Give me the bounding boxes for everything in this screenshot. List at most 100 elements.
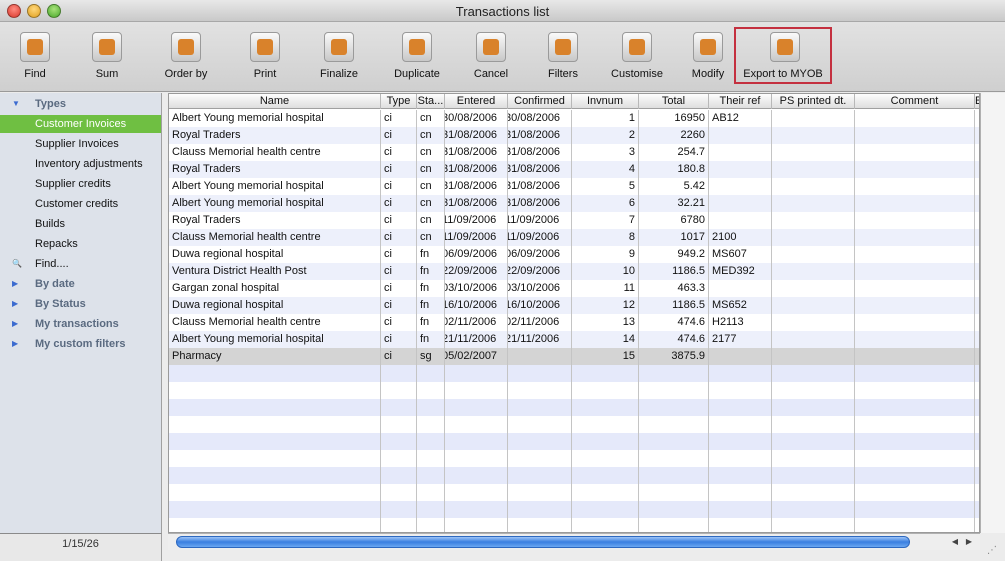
- sidebar-item-find[interactable]: 🔍 Find....: [0, 255, 161, 273]
- column-header-name[interactable]: Name: [169, 94, 381, 109]
- duplicate-button[interactable]: Duplicate: [390, 22, 444, 84]
- table-cell: [855, 161, 975, 178]
- table-row[interactable]: Albert Young memorial hospital ci fn 21/11/…: [169, 331, 979, 348]
- column-header-ps-printed-dt[interactable]: PS printed dt.: [772, 94, 855, 109]
- order-by-button[interactable]: Order by: [158, 22, 214, 84]
- column-header-entered[interactable]: Entered: [445, 94, 508, 109]
- table-cell: 10: [572, 263, 639, 280]
- vertical-scroll-area[interactable]: [980, 93, 1005, 533]
- table-cell: ci: [381, 229, 417, 246]
- disclosure-closed-icon[interactable]: ▶: [12, 275, 18, 293]
- table-row[interactable]: Royal Traders ci cn 31/08/2006 31/08/2006 4 18…: [169, 161, 979, 178]
- toolbar-label: Cancel: [473, 68, 509, 80]
- toolbar-label: Find: [24, 68, 46, 80]
- table-cell: [709, 144, 772, 161]
- table-cell: 4: [572, 161, 639, 178]
- export-to-myob-button[interactable]: Export to MYOB: [734, 27, 832, 84]
- table-cell: [855, 280, 975, 297]
- finalize-button[interactable]: Finalize: [316, 22, 362, 84]
- column-header-invnum[interactable]: Invnum: [572, 94, 639, 109]
- scroll-left-icon[interactable]: ◀: [949, 535, 961, 549]
- table-cell: sg: [417, 348, 445, 365]
- table-cell: 31/08/2006: [508, 195, 572, 212]
- horizontal-scrollbar[interactable]: ◀ ▶: [168, 533, 980, 550]
- toolbar-label: Export to MYOB: [743, 68, 823, 80]
- disclosure-closed-icon[interactable]: ▶: [12, 315, 18, 333]
- table-cell: [709, 178, 772, 195]
- sum-button[interactable]: Sum: [86, 22, 128, 84]
- table-row[interactable]: Royal Traders ci cn 11/09/2006 11/09/2006 7 67…: [169, 212, 979, 229]
- table-row[interactable]: Albert Young memorial hospital ci cn 30/08/…: [169, 110, 979, 127]
- sidebar-item-by-status[interactable]: ▶ By Status: [0, 295, 161, 313]
- table-row[interactable]: Clauss Memorial health centre ci cn 11/09/2…: [169, 229, 979, 246]
- sidebar-item-types: ▼ Types: [0, 95, 161, 113]
- table-cell: AB12: [709, 110, 772, 127]
- table-cell: 30/08/2006: [445, 110, 508, 127]
- disclosure-open-icon[interactable]: ▼: [12, 95, 20, 113]
- table-row[interactable]: Albert Young memorial hospital ci cn 31/08/…: [169, 195, 979, 212]
- title-bar: Transactions list: [0, 0, 1005, 22]
- empty-row: [169, 399, 979, 416]
- table-cell: 06/09/2006: [508, 246, 572, 263]
- table-row[interactable]: Duwa regional hospital ci fn 16/10/2006 16/1…: [169, 297, 979, 314]
- sidebar-item-label: Inventory adjustments: [35, 158, 143, 170]
- table-cell: ci: [381, 195, 417, 212]
- table-cell: Clauss Memorial health centre: [169, 229, 381, 246]
- column-header-their-ref[interactable]: Their ref: [709, 94, 772, 109]
- magnifier-icon: [20, 32, 50, 62]
- sidebar-item-label: My transactions: [35, 318, 119, 330]
- disclosure-closed-icon[interactable]: ▶: [12, 335, 18, 353]
- table-cell: 22/09/2006: [508, 263, 572, 280]
- modify-button[interactable]: Modify: [682, 22, 734, 84]
- table-cell: 9: [572, 246, 639, 263]
- sidebar-item-supplier-invoices[interactable]: Supplier Invoices: [0, 135, 161, 153]
- table-row[interactable]: Ventura District Health Post ci fn 22/09/20…: [169, 263, 979, 280]
- filters-button[interactable]: Filters: [540, 22, 586, 84]
- sidebar-item-builds[interactable]: Builds: [0, 215, 161, 233]
- table-row[interactable]: Clauss Memorial health centre ci cn 31/08/2…: [169, 144, 979, 161]
- empty-row: [169, 450, 979, 467]
- table-cell: [855, 314, 975, 331]
- cancel-button[interactable]: Cancel: [468, 22, 514, 84]
- resize-grip-icon[interactable]: ⋰: [987, 545, 1003, 559]
- sidebar-item-supplier-credits[interactable]: Supplier credits: [0, 175, 161, 193]
- scroll-right-icon[interactable]: ▶: [963, 535, 975, 549]
- column-separator: [771, 110, 772, 532]
- sidebar-item-customer-credits[interactable]: Customer credits: [0, 195, 161, 213]
- column-header-comment[interactable]: Comment: [855, 94, 975, 109]
- table-cell: 14: [572, 331, 639, 348]
- find-button[interactable]: Find: [14, 22, 56, 84]
- table-row[interactable]: Gargan zonal hospital ci fn 03/10/2006 03/10…: [169, 280, 979, 297]
- sidebar-item-by-date[interactable]: ▶ By date: [0, 275, 161, 293]
- column-header-sta[interactable]: Sta...: [417, 94, 445, 109]
- table-cell: [772, 348, 855, 365]
- sidebar-item-my-custom-filters[interactable]: ▶ My custom filters: [0, 335, 161, 353]
- column-header-total[interactable]: Total: [639, 94, 709, 109]
- sidebar-item-repacks[interactable]: Repacks: [0, 235, 161, 253]
- column-header-confirmed[interactable]: Confirmed: [508, 94, 572, 109]
- horizontal-scroll-thumb[interactable]: [176, 536, 910, 548]
- sidebar-item-inventory-adjustments[interactable]: Inventory adjustments: [0, 155, 161, 173]
- magnifier-icon[interactable]: 🔍: [12, 255, 22, 273]
- print-button[interactable]: Print: [242, 22, 288, 84]
- table-cell: [855, 110, 975, 127]
- column-header-type[interactable]: Type: [381, 94, 417, 109]
- table-row[interactable]: Albert Young memorial hospital ci cn 31/08/…: [169, 178, 979, 195]
- customise-button[interactable]: Customise: [606, 22, 668, 84]
- table-cell: [772, 280, 855, 297]
- table-cell: [772, 229, 855, 246]
- sidebar-item-label: By Status: [35, 298, 86, 310]
- table-cell: 11/09/2006: [445, 212, 508, 229]
- table-row[interactable]: Clauss Memorial health centre ci fn 02/11/2…: [169, 314, 979, 331]
- table-cell: 31/08/2006: [445, 161, 508, 178]
- sidebar-item-my-transactions[interactable]: ▶ My transactions: [0, 315, 161, 333]
- sidebar-item-label: Find....: [35, 258, 69, 270]
- table-row[interactable]: Duwa regional hospital ci fn 06/09/2006 06/0…: [169, 246, 979, 263]
- sidebar-item-customer-invoices[interactable]: Customer Invoices: [0, 115, 161, 133]
- table-row[interactable]: Pharmacy ci sg 05/02/2007 15 3875.9: [169, 348, 979, 365]
- table-cell: 13: [572, 314, 639, 331]
- table-row[interactable]: Royal Traders ci cn 31/08/2006 31/08/2006 2 22…: [169, 127, 979, 144]
- disclosure-closed-icon[interactable]: ▶: [12, 295, 18, 313]
- table-cell: [855, 263, 975, 280]
- table-cell: cn: [417, 161, 445, 178]
